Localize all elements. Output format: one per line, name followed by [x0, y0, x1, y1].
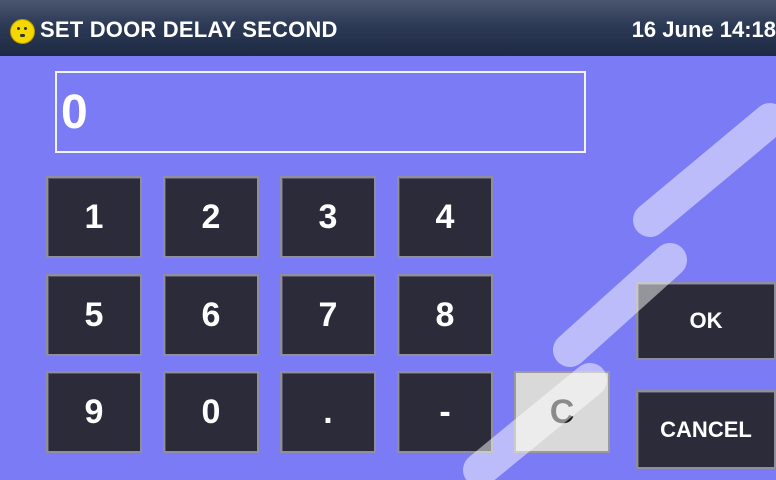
key-8[interactable]: 8	[397, 274, 493, 356]
key-9[interactable]: 9	[46, 371, 142, 453]
key-decimal-point[interactable]: .	[280, 371, 376, 453]
key-minus[interactable]: -	[397, 371, 493, 453]
smiley-icon	[10, 19, 35, 44]
clear-button[interactable]: C	[514, 371, 610, 453]
title-bar: SET DOOR DELAY SECOND 16 June 14:18	[0, 0, 776, 56]
key-7[interactable]: 7	[280, 274, 376, 356]
ok-button[interactable]: OK	[636, 282, 776, 360]
value-display-field[interactable]: 0	[55, 71, 586, 153]
cancel-button[interactable]: CANCEL	[636, 390, 776, 469]
key-3[interactable]: 3	[280, 176, 376, 258]
key-1[interactable]: 1	[46, 176, 142, 258]
key-5[interactable]: 5	[46, 274, 142, 356]
key-4[interactable]: 4	[397, 176, 493, 258]
value-display-text: 0	[61, 86, 88, 139]
key-6[interactable]: 6	[163, 274, 259, 356]
key-2[interactable]: 2	[163, 176, 259, 258]
date-time-display: 16 June 14:18	[631, 17, 776, 42]
key-0[interactable]: 0	[163, 371, 259, 453]
page-title: SET DOOR DELAY SECOND	[40, 17, 338, 42]
